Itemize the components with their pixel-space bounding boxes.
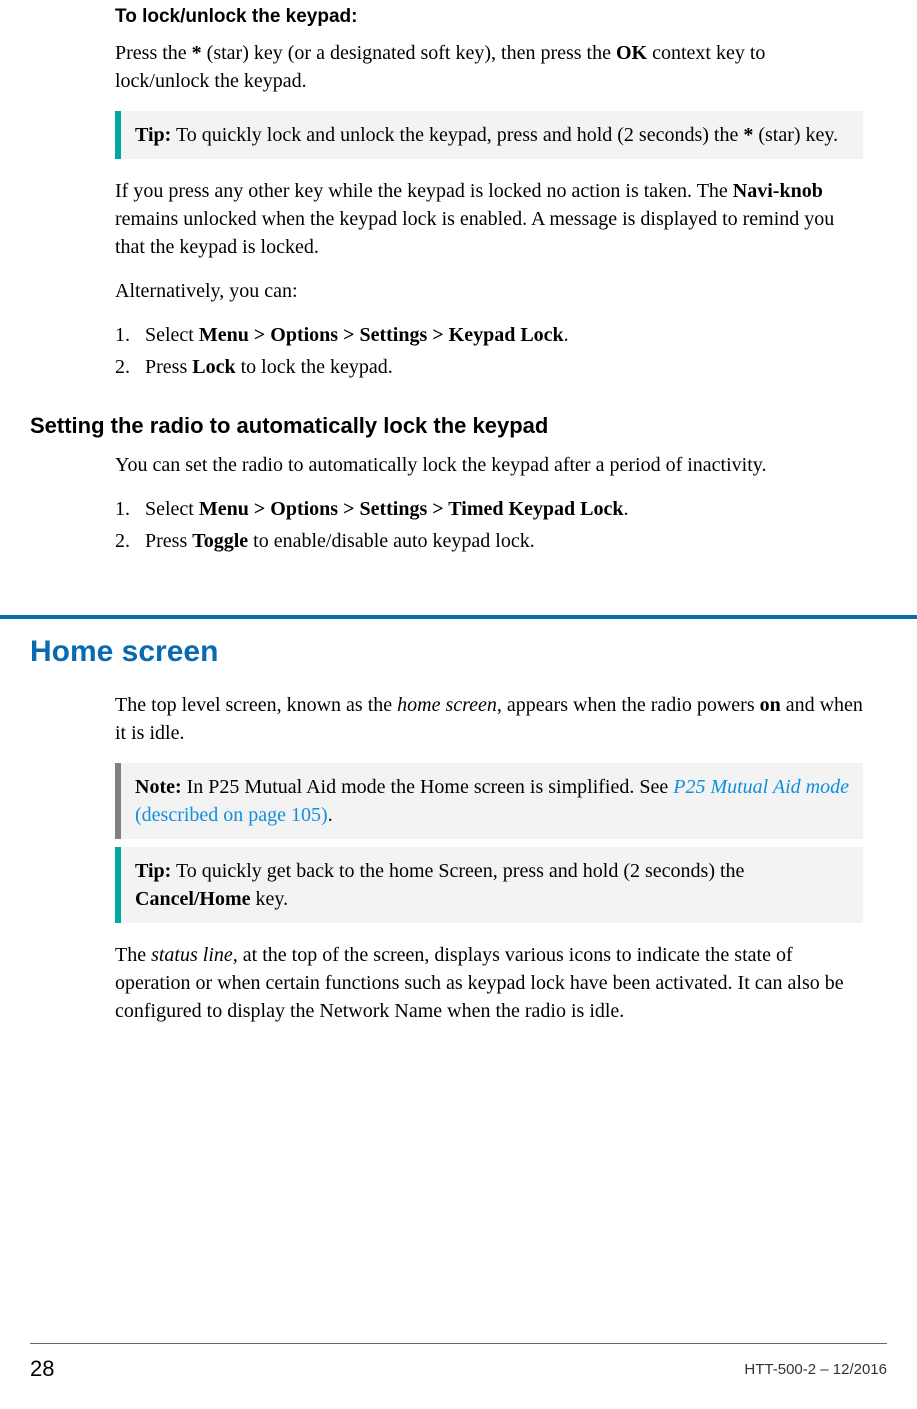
tip-callout-home: Tip: To quickly get back to the home Scr… xyxy=(115,847,863,923)
text-fragment: Press the xyxy=(115,42,192,64)
text-bold-lock: Lock xyxy=(192,356,235,378)
text-bold-menu-path: Menu > Options > Settings > Timed Keypad… xyxy=(199,498,624,520)
text-fragment: In P25 Mutual Aid mode the Home screen i… xyxy=(182,776,674,798)
link-page-ref[interactable]: (described on page 105) xyxy=(135,804,328,826)
text-fragment: key. xyxy=(251,888,289,910)
text-bold-star: * xyxy=(743,124,753,146)
text-bold-navi-knob: Navi-knob xyxy=(733,180,823,202)
text-bold-on: on xyxy=(760,694,781,716)
paragraph-auto-lock-intro: You can set the radio to automatically l… xyxy=(115,451,863,479)
text-bold-star: * xyxy=(192,42,202,64)
note-label: Note: xyxy=(135,776,182,798)
ordered-list-lock-steps: Select Menu > Options > Settings > Keypa… xyxy=(115,321,863,381)
text-italic-home-screen: home screen xyxy=(397,694,497,716)
paragraph-lock-instructions: Press the * (star) key (or a designated … xyxy=(115,39,863,95)
page-footer: 28 HTT-500-2 – 12/2016 xyxy=(30,1343,887,1385)
list-item: Select Menu > Options > Settings > Timed… xyxy=(115,495,863,523)
text-fragment: The top level screen, known as the xyxy=(115,694,397,716)
text-fragment: To quickly lock and unlock the keypad, p… xyxy=(171,124,743,146)
text-fragment: Press xyxy=(145,530,192,552)
text-fragment: . xyxy=(624,498,629,520)
text-bold-cancel-home: Cancel/Home xyxy=(135,888,251,910)
text-italic-status-line: status line, xyxy=(151,944,238,966)
paragraph-home-screen-intro: The top level screen, known as the home … xyxy=(115,691,863,747)
tip-label: Tip: xyxy=(135,860,171,882)
text-fragment: Select xyxy=(145,498,199,520)
section-divider xyxy=(0,615,917,619)
list-item: Select Menu > Options > Settings > Keypa… xyxy=(115,321,863,349)
text-fragment: The xyxy=(115,944,151,966)
text-fragment: to lock the keypad. xyxy=(236,356,393,378)
text-fragment: , appears when the radio powers xyxy=(497,694,760,716)
paragraph-navi-knob: If you press any other key while the key… xyxy=(115,177,863,261)
heading-home-screen: Home screen xyxy=(30,631,863,673)
text-fragment: . xyxy=(564,324,569,346)
text-fragment: Select xyxy=(145,324,199,346)
ordered-list-auto-lock-steps: Select Menu > Options > Settings > Timed… xyxy=(115,495,863,555)
text-fragment: . xyxy=(328,804,333,826)
text-fragment: If you press any other key while the key… xyxy=(115,180,733,202)
page-number: 28 xyxy=(30,1354,54,1385)
text-fragment: to enable/disable auto keypad lock. xyxy=(248,530,535,552)
list-item: Press Toggle to enable/disable auto keyp… xyxy=(115,527,863,555)
sub-heading-lock-unlock: To lock/unlock the keypad: xyxy=(115,4,863,31)
text-bold-menu-path: Menu > Options > Settings > Keypad Lock xyxy=(199,324,564,346)
tip-label: Tip: xyxy=(135,124,171,146)
list-item: Press Lock to lock the keypad. xyxy=(115,353,863,381)
text-fragment: (star) key (or a designated soft key), t… xyxy=(202,42,616,64)
heading-auto-lock: Setting the radio to automatically lock … xyxy=(30,411,863,442)
document-reference: HTT-500-2 – 12/2016 xyxy=(744,1359,887,1380)
text-fragment: remains unlocked when the keypad lock is… xyxy=(115,208,834,258)
text-fragment: (star) key. xyxy=(753,124,838,146)
paragraph-status-line: The status line, at the top of the scree… xyxy=(115,941,863,1025)
text-bold-ok: OK xyxy=(616,42,647,64)
note-callout-p25: Note: In P25 Mutual Aid mode the Home sc… xyxy=(115,763,863,839)
text-fragment: To quickly get back to the home Screen, … xyxy=(171,860,744,882)
link-p25-mutual-aid[interactable]: P25 Mutual Aid mode xyxy=(673,776,849,798)
paragraph-alternatively: Alternatively, you can: xyxy=(115,277,863,305)
text-fragment: Press xyxy=(145,356,192,378)
text-bold-toggle: Toggle xyxy=(192,530,248,552)
tip-callout-lock: Tip: To quickly lock and unlock the keyp… xyxy=(115,111,863,159)
